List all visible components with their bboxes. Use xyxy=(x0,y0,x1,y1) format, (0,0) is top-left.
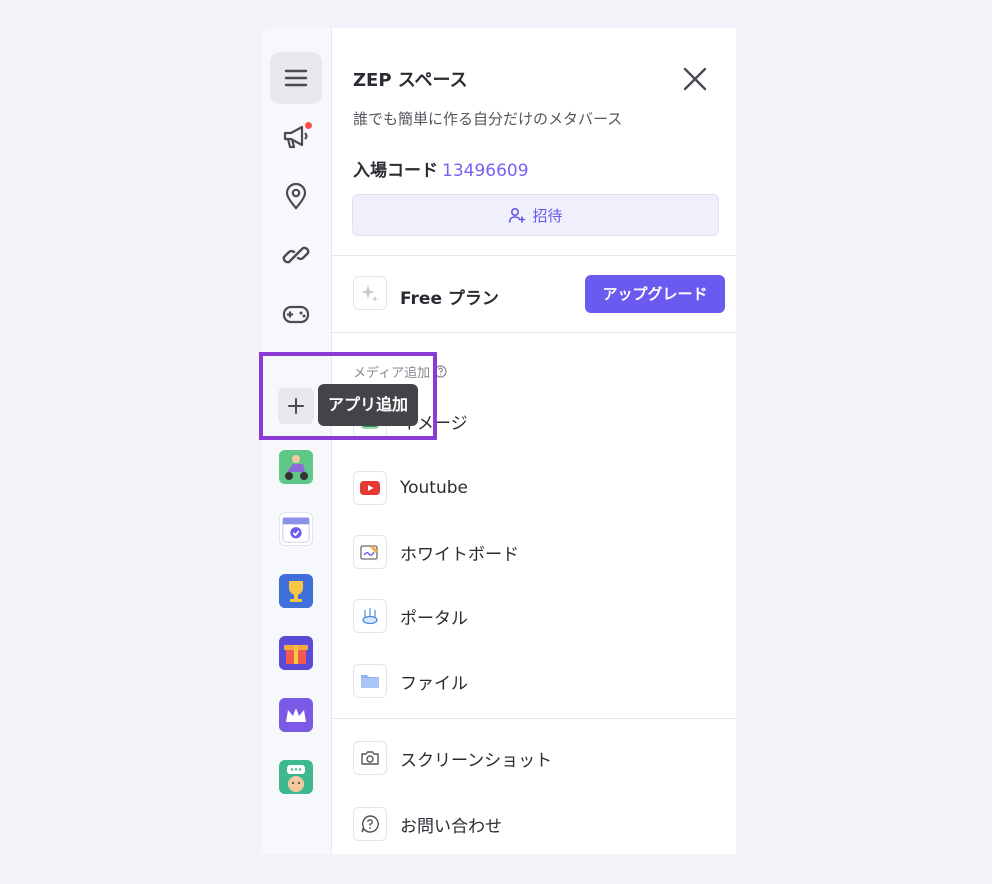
left-sidebar xyxy=(261,28,332,854)
folder-icon xyxy=(361,675,379,688)
game-button[interactable] xyxy=(270,288,322,340)
divider xyxy=(332,255,736,256)
sparkle-icon xyxy=(361,285,378,302)
plan-badge xyxy=(353,276,387,310)
media-item-whiteboard[interactable]: ホワイトボード xyxy=(353,534,723,570)
panel-title: ZEP スペース xyxy=(353,70,468,91)
upgrade-button[interactable]: アップグレード xyxy=(585,275,725,313)
help-icon xyxy=(361,815,379,833)
media-label: ホワイトボード xyxy=(400,544,519,565)
link-button[interactable] xyxy=(270,229,322,281)
tool-item-screenshot[interactable]: スクリーンショット xyxy=(353,740,723,776)
media-label: ファイル xyxy=(400,673,468,694)
tool-label: お問い合わせ xyxy=(400,816,502,837)
portal-icon xyxy=(362,608,378,625)
media-item-file[interactable]: ファイル xyxy=(353,663,723,699)
media-label: ポータル xyxy=(400,608,468,629)
calendar-app-icon xyxy=(282,517,310,543)
tool-label: スクリーンショット xyxy=(400,750,553,771)
divider xyxy=(332,718,736,719)
gamepad-icon xyxy=(282,305,310,324)
link-icon xyxy=(282,246,310,264)
plan-label: Free プラン xyxy=(400,289,499,309)
youtube-icon xyxy=(360,481,380,495)
media-icon-box xyxy=(353,599,387,633)
trophy-app-icon xyxy=(279,574,313,608)
announcement-button[interactable] xyxy=(270,111,322,163)
media-icon-box xyxy=(353,664,387,698)
invite-label: 招待 xyxy=(532,206,563,225)
tool-item-contact[interactable]: お問い合わせ xyxy=(353,806,723,842)
media-icon-box xyxy=(353,807,387,841)
camera-icon xyxy=(361,751,379,765)
crown-app-icon xyxy=(279,698,313,732)
app-trophy[interactable] xyxy=(279,574,313,608)
highlight-box xyxy=(259,352,437,440)
menu-icon xyxy=(284,69,308,87)
panel-subtitle: 誰でも簡単に作る自分だけのメタバース xyxy=(353,110,623,128)
chat-character-app-icon xyxy=(279,760,313,794)
location-button[interactable] xyxy=(270,170,322,222)
app-scooter[interactable] xyxy=(279,450,313,484)
add-user-icon xyxy=(509,207,526,223)
app-crown[interactable] xyxy=(279,698,313,732)
media-item-portal[interactable]: ポータル xyxy=(353,598,723,634)
scooter-app-icon xyxy=(279,450,313,484)
media-icon-box xyxy=(353,741,387,775)
menu-button[interactable] xyxy=(270,52,322,104)
location-pin-icon xyxy=(285,182,307,210)
entry-code-row: 入場コード 13496609 xyxy=(353,156,529,181)
close-icon[interactable] xyxy=(680,64,710,94)
media-item-youtube[interactable]: Youtube xyxy=(353,470,723,506)
space-panel: ZEP スペース 誰でも簡単に作る自分だけのメタバース 入場コード 1349660… xyxy=(332,28,736,854)
gift-app-icon xyxy=(279,636,313,670)
media-icon-box xyxy=(353,535,387,569)
media-icon-box xyxy=(353,471,387,505)
media-label: Youtube xyxy=(400,478,468,498)
notification-dot xyxy=(305,122,312,129)
invite-button[interactable]: 招待 xyxy=(352,194,719,236)
entry-code-value: 13496609 xyxy=(442,161,529,181)
app-calendar[interactable] xyxy=(279,512,313,546)
whiteboard-icon xyxy=(360,545,378,560)
divider xyxy=(332,332,736,333)
app-chat-character[interactable] xyxy=(279,760,313,794)
app-gift[interactable] xyxy=(279,636,313,670)
entry-code-label: 入場コード xyxy=(353,161,438,181)
